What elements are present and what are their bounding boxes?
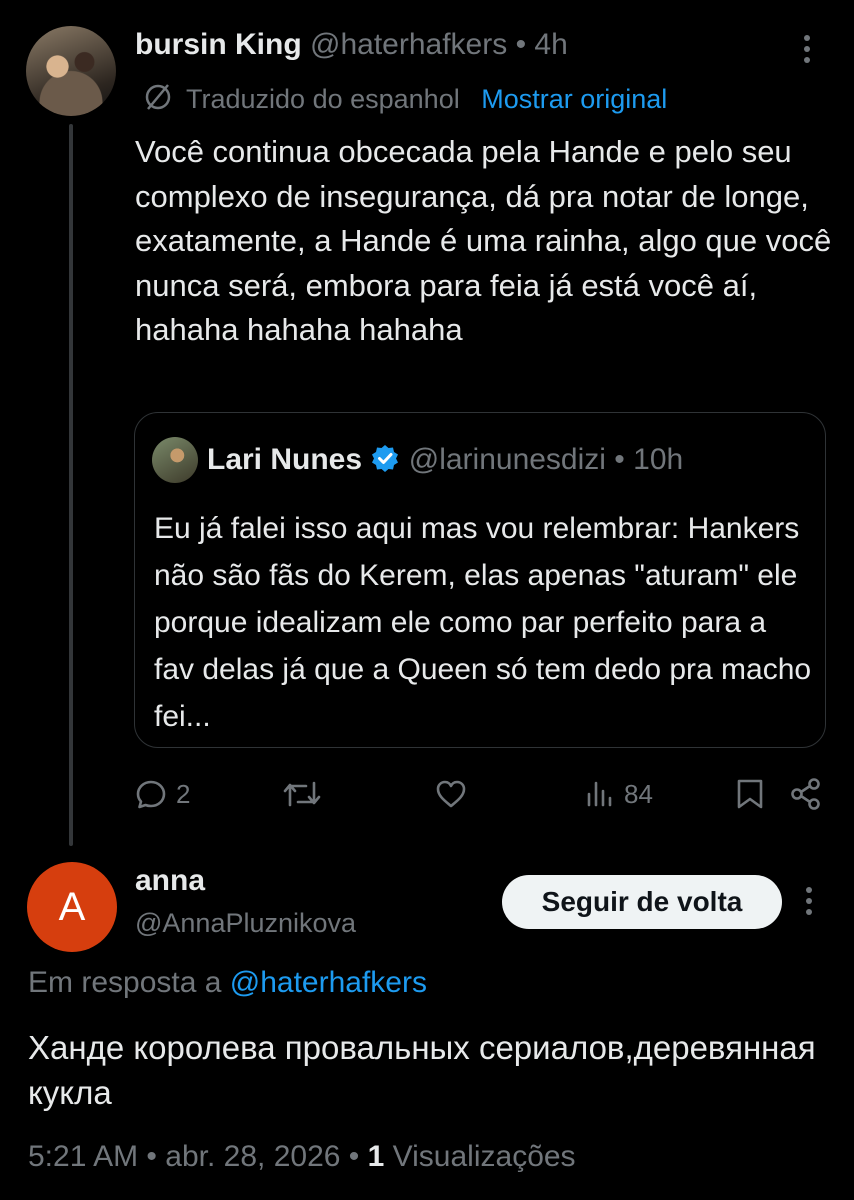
reply-button[interactable]: 2 (134, 774, 190, 814)
more-icon[interactable] (796, 32, 818, 68)
verified-icon (370, 443, 400, 473)
handle[interactable]: @haterhafkers (310, 28, 507, 61)
timestamp[interactable]: 4h (534, 28, 567, 61)
views-label: Visualizações (392, 1140, 576, 1173)
views-number: 1 (367, 1140, 385, 1173)
reply-icon (134, 777, 168, 811)
bookmark-icon (735, 777, 765, 811)
show-original-link[interactable]: Mostrar original (481, 84, 667, 114)
share-button[interactable] (789, 774, 823, 814)
tweet-header: bursin King @haterhafkers • 4h (135, 28, 568, 62)
quote-header: Lari Nunes @larinunesdizi • 10h (207, 443, 683, 477)
separator: • (146, 1140, 157, 1173)
bookmark-button[interactable] (735, 774, 765, 814)
avatar[interactable]: A (27, 862, 117, 952)
separator: • (614, 443, 625, 476)
translate-icon (143, 82, 173, 112)
tweet-meta: 5:21 AM • abr. 28, 2026 • 1 Visualizaçõe… (28, 1140, 576, 1174)
like-icon (434, 777, 468, 811)
tweet-text: Você continua obcecada pela Hande e pelo… (135, 134, 832, 347)
reply-prefix: Em resposta a (28, 966, 222, 999)
handle[interactable]: @AnnaPluznikova (135, 908, 356, 939)
reply-to-link[interactable]: @haterhafkers (230, 966, 427, 999)
views-button[interactable]: 84 (584, 774, 653, 814)
like-button[interactable] (434, 774, 468, 814)
post-date[interactable]: abr. 28, 2026 (165, 1140, 340, 1173)
views-icon (584, 777, 618, 811)
retweet-icon (282, 777, 322, 811)
quote-text: Eu já falei isso aqui mas vou relembrar:… (154, 512, 812, 733)
post-time[interactable]: 5:21 AM (28, 1140, 138, 1173)
share-icon (789, 777, 823, 811)
quote-handle: @larinunesdizi (408, 443, 606, 476)
more-icon[interactable] (798, 884, 820, 920)
quote-display-name: Lari Nunes (207, 443, 363, 476)
quote-avatar (152, 437, 198, 483)
display-name[interactable]: bursin King (135, 28, 302, 61)
reply-context: Em resposta a @haterhafkers (28, 966, 427, 1000)
retweet-button[interactable] (282, 774, 322, 814)
thread-line (69, 124, 73, 846)
display-name[interactable]: anna (135, 864, 205, 898)
separator: • (348, 1140, 360, 1173)
reply-count: 2 (176, 778, 191, 809)
follow-back-button[interactable]: Seguir de volta (502, 875, 782, 929)
avatar[interactable] (26, 26, 116, 116)
translation-bar: Traduzido do espanhol Mostrar original (143, 82, 667, 115)
separator: • (515, 28, 527, 61)
translated-label: Traduzido do espanhol (186, 84, 460, 114)
views-count: 84 (624, 778, 653, 809)
reply-text: Ханде королева провальных сериалов,дерев… (28, 1029, 816, 1111)
quote-timestamp: 10h (633, 443, 684, 476)
